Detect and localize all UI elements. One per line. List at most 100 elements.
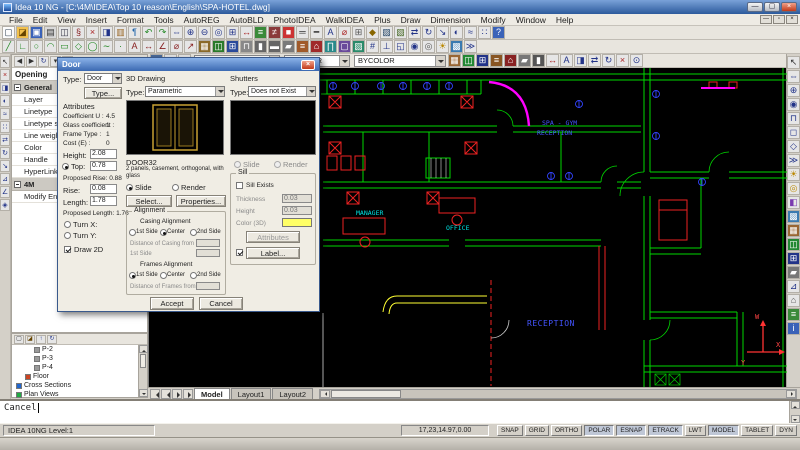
slab-tool-icon[interactable]: ▰: [282, 40, 295, 53]
zone-tool-icon[interactable]: ▧: [352, 40, 365, 53]
maximize-button[interactable]: ▢: [764, 2, 780, 12]
match-properties-icon[interactable]: ¶: [128, 26, 141, 39]
panel-back-icon[interactable]: ◀: [14, 56, 25, 67]
mirror-strip-icon[interactable]: ◐: [0, 95, 10, 107]
render-radio[interactable]: [172, 184, 179, 191]
door-tool-icon[interactable]: ◫: [212, 40, 225, 53]
material-view-icon[interactable]: ◧: [787, 196, 800, 209]
erase-strip-icon[interactable]: ×: [0, 69, 10, 81]
menu-format[interactable]: Format: [112, 15, 149, 25]
color-control-icon[interactable]: ■: [282, 26, 295, 39]
zoom-in-icon[interactable]: ⊕: [184, 26, 197, 39]
copy-strip-icon[interactable]: ◨: [0, 82, 10, 94]
cut-icon[interactable]: ×: [86, 26, 99, 39]
publish-icon[interactable]: §: [72, 26, 85, 39]
length-field[interactable]: 1.78: [90, 196, 117, 206]
render-icon[interactable]: ▩: [450, 40, 463, 53]
height-field[interactable]: 2.08: [90, 149, 117, 159]
print-icon[interactable]: ▤: [44, 26, 57, 39]
tab-nav-prev-icon[interactable]: [161, 389, 171, 399]
tab-nav-first-icon[interactable]: [150, 389, 160, 399]
array-strip-icon[interactable]: ∷: [0, 121, 10, 133]
horizontal-scrollbar[interactable]: [319, 389, 797, 399]
rectangle-icon[interactable]: ▭: [58, 40, 71, 53]
3d-type-combo[interactable]: Parametric: [145, 86, 225, 97]
toggle-model[interactable]: MODEL: [708, 425, 739, 436]
sun-view-icon[interactable]: ☀: [787, 168, 800, 181]
casing-1st-side-radio[interactable]: [129, 229, 136, 236]
dialog-close-icon[interactable]: ×: [301, 60, 315, 70]
arc-icon[interactable]: ◠: [44, 40, 57, 53]
pan-realtime-icon[interactable]: ⇔: [170, 26, 183, 39]
erase-quick-icon[interactable]: ×: [616, 54, 629, 67]
wall-quick-icon[interactable]: ▦: [448, 54, 461, 67]
stair-quick-icon[interactable]: ≡: [490, 54, 503, 67]
toggle-tablet[interactable]: TABLET: [741, 425, 773, 436]
tree-item-p-3[interactable]: P-3: [12, 354, 147, 363]
column-tool-icon[interactable]: ▮: [254, 40, 267, 53]
space-tool-icon[interactable]: ▢: [338, 40, 351, 53]
stair-tool-icon[interactable]: ≡: [296, 40, 309, 53]
opening-tool-icon[interactable]: ⊓: [240, 40, 253, 53]
command-scroll-up-icon[interactable]: [791, 401, 800, 409]
menu-help[interactable]: Help: [551, 15, 578, 25]
toggle-lwt[interactable]: LWT: [685, 425, 706, 436]
section-side-icon[interactable]: ⊿: [787, 280, 800, 293]
tree-item-p-4[interactable]: P-4: [12, 363, 147, 372]
toggle-grid[interactable]: GRID: [525, 425, 549, 436]
menu-autobld[interactable]: AutoBLD: [225, 15, 269, 25]
point-icon[interactable]: ·: [114, 40, 127, 53]
front-view-icon[interactable]: ◻: [787, 126, 800, 139]
tree-scroll-thumb[interactable]: [140, 354, 146, 368]
cancel-button[interactable]: Cancel: [199, 297, 243, 310]
type-button[interactable]: Type...: [84, 87, 122, 99]
panel-forward-icon[interactable]: ▶: [26, 56, 37, 67]
explode-strip-icon[interactable]: ◈: [0, 199, 10, 211]
leader-icon[interactable]: ↗: [184, 40, 197, 53]
dim-radius-icon[interactable]: ⌀: [170, 40, 183, 53]
scroll-left-icon[interactable]: [320, 390, 330, 398]
panel-refresh-icon[interactable]: ↻: [38, 56, 49, 67]
top-radio[interactable]: [62, 163, 69, 170]
block-insert-icon[interactable]: ◆: [366, 26, 379, 39]
sun-light-icon[interactable]: ☀: [436, 40, 449, 53]
zoom-out-icon[interactable]: ⊖: [198, 26, 211, 39]
toggle-etrack[interactable]: ETRACK: [648, 425, 682, 436]
render-view-icon[interactable]: ▩: [787, 210, 800, 223]
tab-layout1[interactable]: Layout1: [231, 388, 272, 400]
menu-draw[interactable]: Draw: [396, 15, 426, 25]
text-style-icon[interactable]: A: [324, 26, 337, 39]
layer-off-icon[interactable]: ≠: [268, 26, 281, 39]
redo-icon[interactable]: ↷: [156, 26, 169, 39]
beam-tool-icon[interactable]: ▬: [268, 40, 281, 53]
select-cursor-icon[interactable]: ↖: [787, 56, 800, 69]
copy-quick-icon[interactable]: ◨: [574, 54, 587, 67]
linetype-control-icon[interactable]: ═: [296, 26, 309, 39]
line-icon[interactable]: ╱: [2, 40, 15, 53]
wall-side-icon[interactable]: ▦: [787, 224, 800, 237]
toggle-dyn[interactable]: DYN: [775, 425, 797, 436]
top-view-icon[interactable]: ⊓: [787, 112, 800, 125]
orbit-view-icon[interactable]: ◉: [787, 98, 800, 111]
menu-plus[interactable]: Plus: [369, 15, 396, 25]
menu-window[interactable]: Window: [511, 15, 551, 25]
tab-layout2[interactable]: Layout2: [272, 388, 313, 400]
menu-modify[interactable]: Modify: [476, 15, 511, 25]
draw-2d-checkbox[interactable]: [64, 246, 71, 253]
command-scrollbar[interactable]: [789, 401, 800, 423]
lineweight-control-icon[interactable]: ━: [310, 26, 323, 39]
table-style-icon[interactable]: ⊞: [352, 26, 365, 39]
mdi-close-button[interactable]: ×: [786, 15, 798, 24]
zoom-view-icon[interactable]: ⊕: [787, 84, 800, 97]
window-quick-icon[interactable]: ⊞: [476, 54, 489, 67]
menu-photoidea[interactable]: PhotoIDEA: [269, 15, 321, 25]
tree-scrollbar[interactable]: [138, 345, 147, 397]
sill-exists-checkbox[interactable]: [236, 182, 243, 189]
undo-icon[interactable]: ↶: [142, 26, 155, 39]
door-type-combo[interactable]: Door: [84, 73, 122, 84]
door-dialog[interactable]: Door × Type: Door Type... Attributes Coe…: [57, 57, 320, 312]
turn-x-radio[interactable]: [64, 221, 71, 228]
accept-button[interactable]: Accept: [150, 297, 194, 310]
dim-style-icon[interactable]: ⌀: [338, 26, 351, 39]
ucs-tool-icon[interactable]: ⊥: [380, 40, 393, 53]
